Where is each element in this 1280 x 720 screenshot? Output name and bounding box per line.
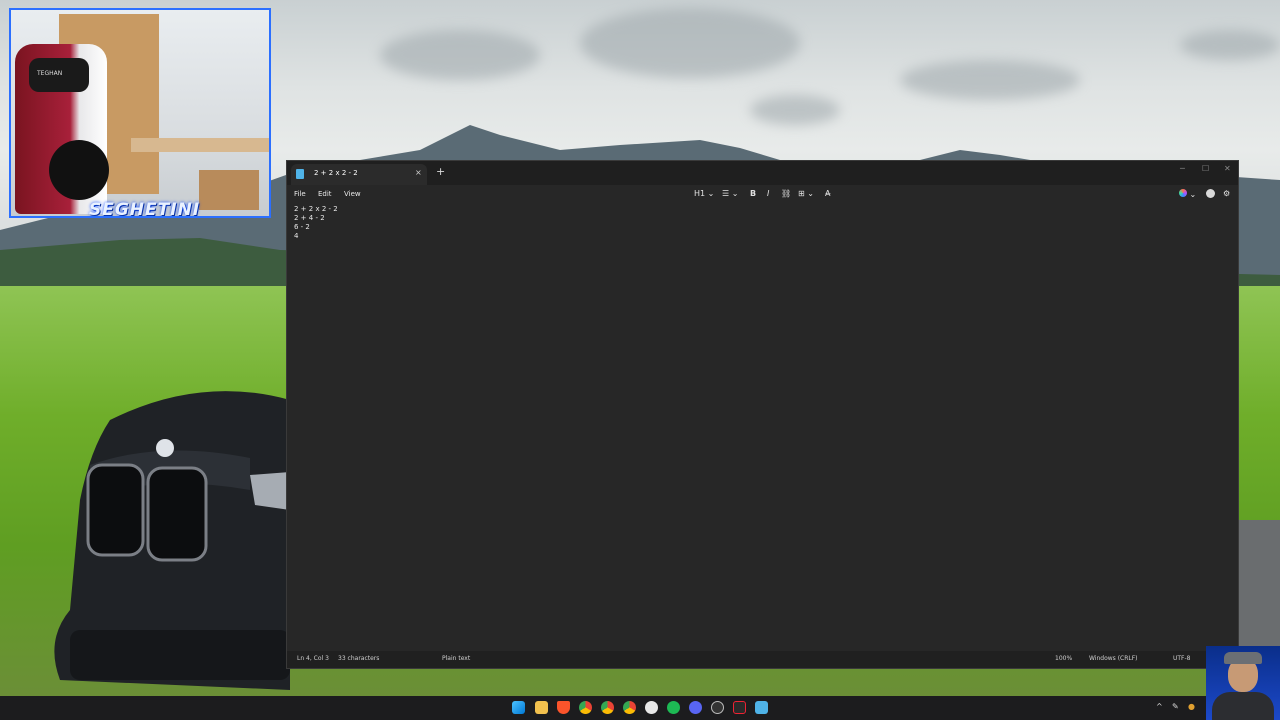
chrome-icon[interactable] — [601, 701, 614, 714]
text-line: 2 + 2 x 2 - 2 — [294, 205, 338, 213]
document-tab[interactable]: 2 + 2 x 2 - 2 × — [291, 164, 427, 185]
cursor-position: Ln 4, Col 3 — [297, 655, 329, 662]
new-tab-button[interactable]: + — [436, 166, 445, 177]
menu-edit[interactable]: Edit — [318, 190, 332, 198]
minimize-icon[interactable]: ─ — [1180, 164, 1185, 173]
zoom-level[interactable]: 100% — [1055, 655, 1072, 662]
epic-games-icon[interactable] — [733, 701, 746, 714]
notepad-icon — [296, 169, 304, 179]
avatar-body — [1212, 692, 1274, 720]
notepad-window: 2 + 2 x 2 - 2 × + ─ ☐ ✕ File Edit View H… — [286, 160, 1239, 669]
text-line: 6 - 2 — [294, 223, 310, 231]
tray-chevron-icon[interactable]: ^ — [1156, 702, 1163, 711]
menu-bar: File Edit View H1 ⌄ ☰ ⌄ B I ⛓ ⊞ ⌄ A̶ ⌄ ⚙ — [287, 185, 1238, 204]
list-button[interactable]: ☰ ⌄ — [722, 189, 738, 198]
stool — [199, 170, 259, 210]
text-line: 4 — [294, 232, 299, 240]
chrome-icon[interactable] — [623, 701, 636, 714]
account-icon[interactable] — [1206, 189, 1215, 200]
line-ending[interactable]: Windows (CRLF) — [1089, 655, 1138, 662]
tab-title: 2 + 2 x 2 - 2 — [314, 169, 358, 177]
chair-brand: TEGHAN — [37, 70, 63, 77]
bold-button[interactable]: B — [750, 189, 756, 198]
start-icon[interactable] — [512, 701, 525, 714]
app-icon[interactable] — [645, 701, 658, 714]
file-format: Plain text — [442, 655, 471, 662]
file-explorer-icon[interactable] — [535, 701, 548, 714]
settings-gear-icon[interactable]: ⚙ — [1223, 189, 1230, 198]
clear-formatting-icon[interactable]: A̶ — [825, 189, 830, 198]
maximize-icon[interactable]: ☐ — [1202, 164, 1209, 173]
avatar-hat — [1224, 652, 1262, 664]
chair-headrest: TEGHAN — [29, 58, 89, 92]
obs-icon[interactable] — [711, 701, 724, 714]
copilot-button[interactable]: ⌄ — [1179, 189, 1196, 199]
pen-icon[interactable]: ✎ — [1172, 702, 1179, 711]
spotify-icon[interactable] — [667, 701, 680, 714]
encoding[interactable]: UTF-8 — [1173, 655, 1191, 662]
table-button[interactable]: ⊞ ⌄ — [798, 189, 814, 198]
menu-view[interactable]: View — [344, 190, 361, 198]
close-window-icon[interactable]: ✕ — [1224, 164, 1231, 173]
close-tab-icon[interactable]: × — [415, 168, 422, 177]
italic-button[interactable]: I — [767, 189, 769, 198]
status-bar: Ln 4, Col 3 33 characters Plain text 100… — [287, 651, 1238, 668]
desk — [131, 138, 269, 152]
heading-label: H1 — [694, 189, 706, 198]
link-icon[interactable]: ⛓ — [781, 189, 791, 198]
heading-button[interactable]: H1 ⌄ — [694, 189, 714, 198]
table-icon: ⊞ — [798, 189, 805, 198]
menu-file[interactable]: File — [294, 190, 306, 198]
streamer-avatar — [1206, 646, 1280, 720]
title-bar: 2 + 2 x 2 - 2 × + ─ ☐ ✕ — [287, 161, 1238, 185]
taskbar: ^ ✎ ● — [0, 696, 1280, 720]
microphone — [49, 140, 109, 200]
brave-icon[interactable] — [557, 701, 570, 714]
microphone-icon[interactable]: ● — [1188, 702, 1195, 711]
chrome-icon[interactable] — [579, 701, 592, 714]
streamer-name: SEGHETINI — [89, 200, 201, 218]
character-count: 33 characters — [338, 655, 380, 662]
list-icon: ☰ — [722, 189, 730, 198]
webcam-overlay: TEGHAN SEGHETINI — [9, 8, 271, 218]
copilot-icon — [1179, 189, 1187, 197]
text-editor[interactable]: 2 + 2 x 2 - 2 2 + 4 - 2 6 - 2 4 — [294, 205, 1224, 645]
notepad-icon[interactable] — [755, 701, 768, 714]
text-line: 2 + 4 - 2 — [294, 214, 325, 222]
discord-icon[interactable] — [689, 701, 702, 714]
